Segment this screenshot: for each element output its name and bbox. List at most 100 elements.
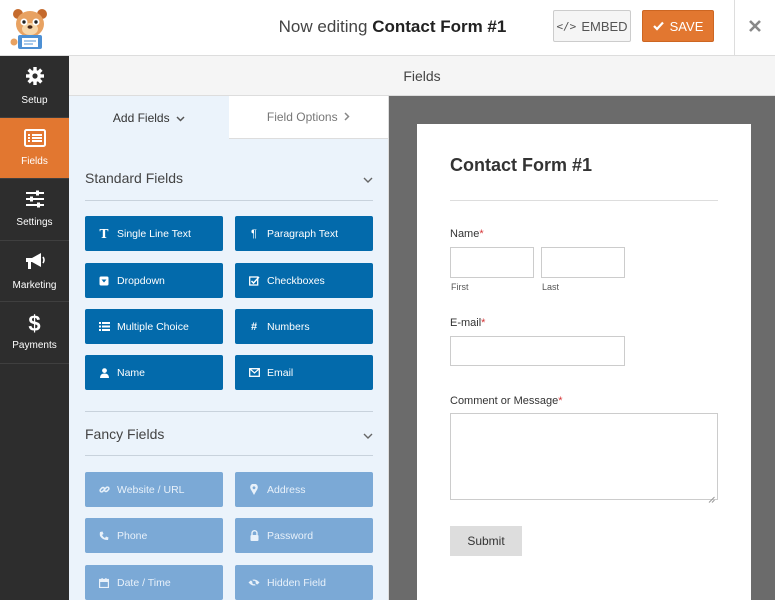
sidebar-item-label: Payments	[12, 339, 57, 351]
divider	[85, 455, 373, 456]
field-button-label: Date / Time	[117, 576, 171, 589]
name-field-label: Name*	[450, 228, 484, 240]
fancy-fields-title: Fancy Fields	[85, 426, 165, 442]
check-icon	[652, 19, 664, 34]
standard-fields-title: Standard Fields	[85, 170, 184, 186]
fields-panel: Add Fields Field Options Standard Fields…	[69, 96, 389, 600]
first-name-input[interactable]	[450, 247, 534, 278]
sliders-icon	[25, 190, 45, 211]
dropdown-icon	[98, 276, 110, 286]
field-button-label: Email	[267, 366, 294, 379]
label-text: E-mail	[450, 317, 482, 329]
tab-label: Field Options	[266, 110, 338, 124]
phone-icon	[98, 531, 110, 541]
comment-field-label: Comment or Message*	[450, 395, 563, 407]
user-icon	[98, 367, 110, 378]
embed-button-label: EMBED	[581, 18, 628, 34]
field-button-dropdown[interactable]: Dropdown	[85, 263, 223, 298]
sidebar-item-label: Settings	[16, 217, 53, 229]
field-button-address[interactable]: Address	[235, 472, 373, 507]
close-button[interactable]	[734, 0, 775, 56]
standard-fields-toggle[interactable]: Standard Fields	[85, 158, 373, 198]
field-button-multiple-choice[interactable]: Multiple Choice	[85, 309, 223, 344]
lock-icon	[248, 530, 260, 541]
fancy-fields-toggle[interactable]: Fancy Fields	[85, 414, 373, 454]
builder-sidebar: Setup Fields Settings Marketing $ Paymen…	[0, 56, 69, 600]
field-button-label: Website / URL	[117, 483, 185, 496]
megaphone-icon	[24, 251, 46, 274]
field-button-name[interactable]: Name	[85, 355, 223, 390]
form-name: Contact Form #1	[372, 17, 507, 36]
field-button-website-url[interactable]: Website / URL	[85, 472, 223, 507]
field-button-label: Password	[267, 529, 314, 542]
section-title: Fields	[69, 56, 775, 96]
panel-tabs: Add Fields Field Options	[69, 96, 388, 139]
tab-field-options[interactable]: Field Options	[228, 96, 388, 139]
dollar-icon: $	[28, 310, 41, 336]
required-mark: *	[479, 228, 484, 240]
embed-button[interactable]: </> EMBED	[553, 10, 631, 42]
last-name-input[interactable]	[541, 247, 625, 278]
chevron-down-icon	[363, 170, 373, 186]
field-button-label: Multiple Choice	[117, 320, 189, 333]
field-button-label: Numbers	[267, 320, 310, 333]
sidebar-item-payments[interactable]: $ Payments	[0, 302, 69, 364]
save-button[interactable]: SAVE	[642, 10, 714, 42]
field-button-label: Hidden Field	[267, 576, 326, 589]
eye-slash-icon	[248, 578, 260, 587]
sidebar-item-settings[interactable]: Settings	[0, 179, 69, 241]
top-bar: Now editing Contact Form #1 </> EMBED SA…	[0, 0, 775, 56]
field-button-paragraph-text[interactable]: ¶ Paragraph Text	[235, 216, 373, 251]
label-text: Name	[450, 228, 480, 240]
field-button-hidden-field[interactable]: Hidden Field	[235, 565, 373, 600]
paragraph-icon: ¶	[251, 227, 257, 240]
list-icon	[23, 128, 46, 150]
divider	[450, 200, 718, 201]
text-icon: T	[99, 226, 109, 241]
comment-textarea[interactable]	[450, 413, 718, 503]
required-mark: *	[481, 317, 486, 329]
field-button-numbers[interactable]: # Numbers	[235, 309, 373, 344]
required-mark: *	[558, 395, 563, 407]
field-button-label: Address	[267, 483, 306, 496]
tab-add-fields[interactable]: Add Fields	[69, 96, 229, 139]
hash-icon: #	[250, 320, 258, 333]
field-button-phone[interactable]: Phone	[85, 518, 223, 553]
sidebar-item-label: Setup	[21, 95, 48, 107]
email-field-label: E-mail*	[450, 317, 485, 329]
gear-icon	[25, 66, 45, 89]
field-button-label: Paragraph Text	[267, 227, 339, 240]
email-input[interactable]	[450, 336, 625, 366]
field-button-label: Single Line Text	[117, 227, 191, 240]
field-button-password[interactable]: Password	[235, 518, 373, 553]
field-button-label: Name	[117, 366, 146, 379]
last-sublabel: Last	[542, 282, 560, 292]
sidebar-item-marketing[interactable]: Marketing	[0, 241, 69, 302]
divider	[85, 200, 373, 201]
divider	[85, 411, 373, 412]
sidebar-item-label: Marketing	[12, 279, 57, 291]
field-button-label: Dropdown	[117, 274, 165, 287]
save-button-label: SAVE	[669, 18, 704, 34]
sidebar-item-setup[interactable]: Setup	[0, 56, 69, 118]
calendar-icon	[98, 577, 110, 588]
submit-button[interactable]: Submit	[450, 526, 522, 556]
sidebar-item-fields[interactable]: Fields	[0, 117, 69, 179]
code-icon: </>	[556, 19, 577, 33]
resize-handle-icon[interactable]	[708, 490, 715, 503]
chevron-down-icon	[176, 111, 185, 125]
tab-label: Add Fields	[112, 110, 170, 125]
field-button-label: Phone	[117, 529, 148, 542]
field-button-email[interactable]: Email	[235, 355, 373, 390]
field-button-label: Checkboxes	[267, 274, 325, 287]
field-button-checkboxes[interactable]: Checkboxes	[235, 263, 373, 298]
field-button-single-line-text[interactable]: T Single Line Text	[85, 216, 223, 251]
map-marker-icon	[248, 484, 260, 495]
field-button-date-time[interactable]: Date / Time	[85, 565, 223, 600]
first-sublabel: First	[451, 282, 469, 292]
chevron-right-icon	[344, 110, 350, 124]
form-title: Contact Form #1	[450, 155, 593, 175]
list-icon	[98, 322, 110, 331]
close-icon	[748, 19, 762, 38]
label-text: Comment or Message	[450, 395, 559, 407]
